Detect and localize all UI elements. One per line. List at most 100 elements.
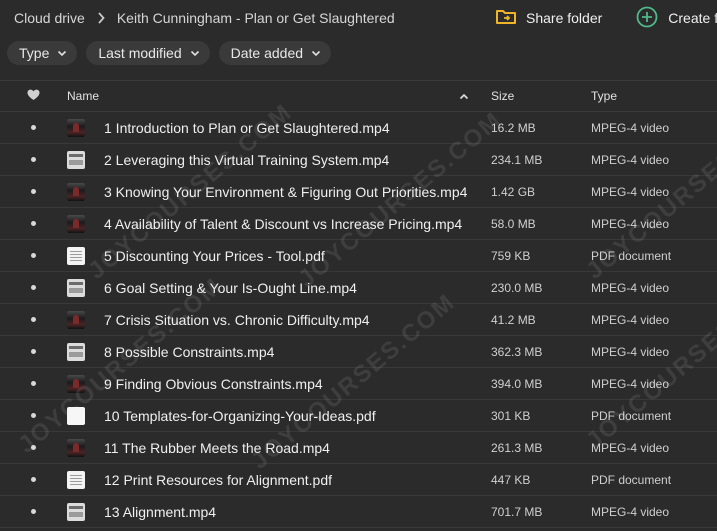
type-column-header[interactable]: Type bbox=[591, 89, 717, 103]
file-size: 58.0 MB bbox=[491, 216, 536, 231]
table-row[interactable]: 7 Crisis Situation vs. Chronic Difficult… bbox=[0, 304, 717, 336]
file-size: 447 KB bbox=[491, 472, 531, 487]
file-thumbnail-icon bbox=[67, 342, 85, 361]
share-folder-label: Share folder bbox=[526, 10, 603, 26]
file-list: 1 Introduction to Plan or Get Slaughtere… bbox=[0, 112, 717, 528]
file-name-cell: 8 Possible Constraints.mp4 bbox=[67, 342, 491, 361]
file-size: 16.2 MB bbox=[491, 120, 536, 135]
file-size: 362.3 MB bbox=[491, 344, 543, 359]
table-row[interactable]: 13 Alignment.mp4 701.7 MB MPEG-4 video bbox=[0, 496, 717, 528]
dot-icon bbox=[30, 445, 36, 450]
file-type: MPEG-4 video bbox=[591, 280, 670, 295]
share-folder-icon bbox=[496, 8, 516, 28]
favourite-column-header[interactable] bbox=[0, 89, 67, 104]
file-thumbnail-icon bbox=[67, 310, 85, 329]
table-row[interactable]: 10 Templates-for-Organizing-Your-Ideas.p… bbox=[0, 400, 717, 432]
filter-last-modified-label: Last modified bbox=[98, 45, 182, 61]
file-size: 301 KB bbox=[491, 408, 531, 423]
file-name-cell: 2 Leveraging this Virtual Training Syste… bbox=[67, 150, 491, 169]
dot-icon bbox=[30, 253, 36, 258]
table-row[interactable]: 6 Goal Setting & Your Is-Ought Line.mp4 2… bbox=[0, 272, 717, 304]
file-name-cell: 1 Introduction to Plan or Get Slaughtere… bbox=[67, 118, 491, 137]
dot-icon bbox=[30, 189, 36, 194]
file-type: MPEG-4 video bbox=[591, 344, 670, 359]
file-name[interactable]: 6 Goal Setting & Your Is-Ought Line.mp4 bbox=[104, 280, 357, 296]
file-thumbnail-icon bbox=[67, 118, 85, 137]
filter-type[interactable]: Type bbox=[7, 41, 78, 65]
file-type: MPEG-4 video bbox=[591, 184, 670, 199]
name-column-header[interactable]: Name bbox=[67, 89, 491, 103]
row-marker bbox=[0, 285, 67, 290]
file-name[interactable]: 7 Crisis Situation vs. Chronic Difficult… bbox=[104, 312, 370, 328]
row-marker bbox=[0, 477, 67, 482]
filter-date-added-label: Date added bbox=[230, 45, 304, 61]
row-marker bbox=[0, 157, 67, 162]
share-folder-button[interactable]: Share folder bbox=[496, 8, 602, 28]
file-name[interactable]: 9 Finding Obvious Constraints.mp4 bbox=[104, 376, 323, 392]
file-size: 234.1 MB bbox=[491, 152, 543, 167]
file-size: 41.2 MB bbox=[491, 312, 536, 327]
table-row[interactable]: 2 Leveraging this Virtual Training Syste… bbox=[0, 144, 717, 176]
file-size: 759 KB bbox=[491, 248, 531, 263]
name-column-label: Name bbox=[67, 89, 100, 103]
table-row[interactable]: 4 Availability of Talent & Discount vs I… bbox=[0, 208, 717, 240]
cloud-drive-window: Cloud drive Keith Cunningham - Plan or G… bbox=[0, 0, 717, 531]
file-size: 230.0 MB bbox=[491, 280, 543, 295]
file-type: PDF document bbox=[591, 408, 672, 423]
file-name-cell: 5 Discounting Your Prices - Tool.pdf bbox=[67, 246, 491, 265]
file-name[interactable]: 10 Templates-for-Organizing-Your-Ideas.p… bbox=[104, 408, 376, 424]
file-thumbnail-icon bbox=[67, 278, 85, 297]
file-type: MPEG-4 video bbox=[591, 376, 670, 391]
file-name-cell: 13 Alignment.mp4 bbox=[67, 502, 491, 521]
create-folder-button[interactable]: Create fo bbox=[636, 6, 717, 31]
chevron-down-icon bbox=[311, 50, 321, 57]
file-thumbnail-icon bbox=[67, 406, 85, 425]
table-row[interactable]: 3 Knowing Your Environment & Figuring Ou… bbox=[0, 176, 717, 208]
table-row[interactable]: 8 Possible Constraints.mp4 362.3 MB MPEG-4… bbox=[0, 336, 717, 368]
dot-icon bbox=[30, 381, 36, 386]
row-marker bbox=[0, 413, 67, 418]
row-marker bbox=[0, 253, 67, 258]
file-name-cell: 3 Knowing Your Environment & Figuring Ou… bbox=[67, 182, 491, 201]
file-name[interactable]: 8 Possible Constraints.mp4 bbox=[104, 344, 274, 360]
table-row[interactable]: 9 Finding Obvious Constraints.mp4 394.0 M… bbox=[0, 368, 717, 400]
file-thumbnail-icon bbox=[67, 246, 85, 265]
file-thumbnail-icon bbox=[67, 182, 85, 201]
file-size: 701.7 MB bbox=[491, 504, 543, 519]
size-column-header[interactable]: Size bbox=[491, 89, 591, 103]
file-name[interactable]: 12 Print Resources for Alignment.pdf bbox=[104, 472, 332, 488]
file-name[interactable]: 13 Alignment.mp4 bbox=[104, 504, 216, 520]
filter-last-modified[interactable]: Last modified bbox=[86, 41, 210, 65]
file-thumbnail-icon bbox=[67, 502, 85, 521]
file-type: PDF document bbox=[591, 248, 672, 263]
file-size: 1.42 GB bbox=[491, 184, 536, 199]
file-name[interactable]: 11 The Rubber Meets the Road.mp4 bbox=[104, 440, 330, 456]
breadcrumb-root[interactable]: Cloud drive bbox=[14, 10, 85, 26]
filter-type-label: Type bbox=[19, 45, 50, 61]
file-type: MPEG-4 video bbox=[591, 120, 670, 135]
file-name[interactable]: 3 Knowing Your Environment & Figuring Ou… bbox=[104, 184, 467, 200]
file-name[interactable]: 2 Leveraging this Virtual Training Syste… bbox=[104, 152, 389, 168]
file-name-cell: 10 Templates-for-Organizing-Your-Ideas.p… bbox=[67, 406, 491, 425]
table-row[interactable]: 12 Print Resources for Alignment.pdf 447 … bbox=[0, 464, 717, 496]
file-size: 261.3 MB bbox=[491, 440, 543, 455]
chevron-down-icon bbox=[190, 50, 200, 57]
file-name[interactable]: 5 Discounting Your Prices - Tool.pdf bbox=[104, 248, 325, 264]
row-marker bbox=[0, 445, 67, 450]
table-row[interactable]: 1 Introduction to Plan or Get Slaughtere… bbox=[0, 112, 717, 144]
sort-ascending-icon bbox=[459, 89, 469, 103]
file-name-cell: 6 Goal Setting & Your Is-Ought Line.mp4 bbox=[67, 278, 491, 297]
file-name[interactable]: 4 Availability of Talent & Discount vs I… bbox=[104, 216, 462, 232]
file-type: PDF document bbox=[591, 472, 672, 487]
filter-date-added[interactable]: Date added bbox=[218, 41, 332, 65]
file-name[interactable]: 1 Introduction to Plan or Get Slaughtere… bbox=[104, 120, 390, 136]
dot-icon bbox=[30, 221, 36, 226]
dot-icon bbox=[30, 317, 36, 322]
chevron-down-icon bbox=[57, 50, 67, 57]
create-folder-label: Create fo bbox=[668, 10, 717, 26]
table-row[interactable]: 11 The Rubber Meets the Road.mp4 261.3 MB… bbox=[0, 432, 717, 464]
table-row[interactable]: 5 Discounting Your Prices - Tool.pdf 759 … bbox=[0, 240, 717, 272]
plus-circle-icon bbox=[636, 6, 658, 31]
row-marker bbox=[0, 189, 67, 194]
file-type: MPEG-4 video bbox=[591, 504, 670, 519]
